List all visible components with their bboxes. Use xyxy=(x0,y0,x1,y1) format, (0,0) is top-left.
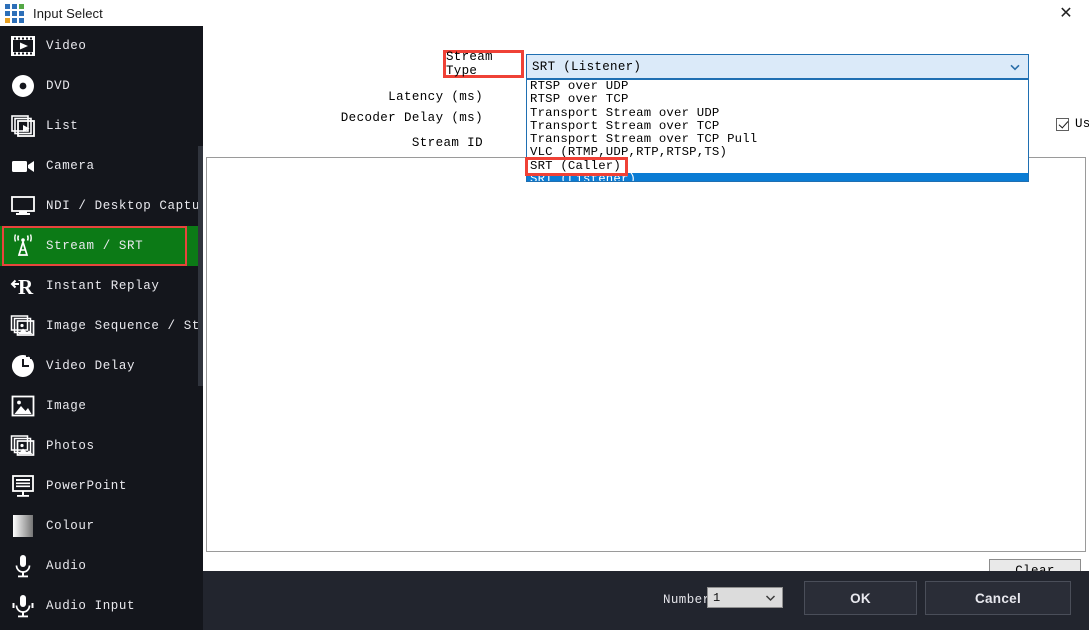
chevron-down-icon[interactable] xyxy=(765,593,776,603)
stream-type-dropdown-list[interactable]: RTSP over UDPRTSP over TCPTransport Stre… xyxy=(526,79,1029,182)
sidebar-item-label: Audio xyxy=(46,559,87,573)
icon-square xyxy=(19,11,24,16)
sidebar-item-photos[interactable]: Photos xyxy=(0,426,203,466)
number-select[interactable]: 1 xyxy=(707,587,783,608)
antenna-icon xyxy=(6,229,40,263)
picture-icon xyxy=(6,389,40,423)
sidebar-item-label: DVD xyxy=(46,79,70,93)
close-icon[interactable]: ✕ xyxy=(1043,0,1089,26)
sidebar-item-label: Instant Replay xyxy=(46,279,159,293)
icon-square xyxy=(12,11,17,16)
checkbox-checked-icon xyxy=(1056,118,1069,131)
sidebar-item-list[interactable]: List xyxy=(0,106,203,146)
stacked-play-icon xyxy=(6,109,40,143)
sidebar-item-audio[interactable]: Audio xyxy=(0,546,203,586)
stream-id-label: Stream ID xyxy=(243,136,483,150)
stream-type-label-highlight: Stream Type xyxy=(443,50,524,78)
use-hardware-decoder-label: Use Hardware Decoder xyxy=(1075,117,1089,131)
title-bar: Input Select ✕ xyxy=(0,0,1089,26)
sidebar-item-powerpoint[interactable]: PowerPoint xyxy=(0,466,203,506)
sidebar-item-video[interactable]: Video xyxy=(0,26,203,66)
grid-squares-icon xyxy=(5,4,24,23)
icon-square xyxy=(12,18,17,23)
sidebar-item-title-xaml[interactable]: Title / XAML xyxy=(0,626,203,630)
sidebar-item-label: PowerPoint xyxy=(46,479,127,493)
dropdown-option[interactable]: SRT (Caller) xyxy=(527,160,1028,173)
film-play-icon xyxy=(6,29,40,63)
sidebar-item-label: Colour xyxy=(46,519,95,533)
clock-icon xyxy=(6,349,40,383)
dropdown-option[interactable]: Transport Stream over TCP Pull xyxy=(527,133,1028,146)
camcorder-icon xyxy=(6,149,40,183)
sidebar-item-label: Image Sequence / Stinger xyxy=(46,319,203,333)
photo-stack-icon xyxy=(6,429,40,463)
sidebar-item-camera[interactable]: Camera xyxy=(0,146,203,186)
svg-text:R: R xyxy=(18,275,34,299)
icon-square xyxy=(19,4,24,9)
sidebar-item-label: Stream / SRT xyxy=(46,239,143,253)
microphone-input-icon xyxy=(6,589,40,623)
content-panel xyxy=(206,157,1086,552)
latency-label: Latency (ms) xyxy=(243,90,483,104)
dropdown-option[interactable]: SRT (Listener) xyxy=(527,173,1028,182)
sidebar-item-label: Audio Input xyxy=(46,599,135,613)
sidebar-item-label: Photos xyxy=(46,439,95,453)
number-value: 1 xyxy=(708,591,720,605)
source-type-sidebar[interactable]: Video DVD List Camera NDI / Desktop Capture S… xyxy=(0,26,203,630)
use-hardware-decoder-checkbox[interactable]: Use Hardware Decoder xyxy=(1056,117,1089,131)
dialog-footer: Number 1 OK Cancel xyxy=(203,571,1089,630)
window-title: Input Select xyxy=(33,6,103,21)
sidebar-item-label: Image xyxy=(46,399,87,413)
disc-icon xyxy=(6,69,40,103)
stream-type-label: Stream Type xyxy=(446,50,521,78)
image-stack-icon xyxy=(6,309,40,343)
number-label: Number xyxy=(663,593,710,607)
sidebar-item-video-delay[interactable]: Video Delay xyxy=(0,346,203,386)
sidebar-item-label: NDI / Desktop Capture xyxy=(46,199,203,213)
sidebar-item-label: Video Delay xyxy=(46,359,135,373)
dropdown-option[interactable]: RTSP over TCP xyxy=(527,93,1028,106)
icon-square xyxy=(12,4,17,9)
cancel-button[interactable]: Cancel xyxy=(925,581,1071,615)
icon-square xyxy=(5,11,10,16)
sidebar-item-image-sequence-stinger[interactable]: Image Sequence / Stinger xyxy=(0,306,203,346)
icon-square xyxy=(5,4,10,9)
stream-type-combobox[interactable]: SRT (Listener) xyxy=(526,54,1029,79)
icon-square xyxy=(5,18,10,23)
chevron-down-icon[interactable] xyxy=(1009,61,1021,73)
microphone-icon xyxy=(6,549,40,583)
replay-r-icon: R xyxy=(6,269,40,303)
sidebar-item-image[interactable]: Image xyxy=(0,386,203,426)
sidebar-item-label: Video xyxy=(46,39,87,53)
sidebar-item-dvd[interactable]: DVD xyxy=(0,66,203,106)
dropdown-option[interactable]: RTSP over UDP xyxy=(527,80,1028,93)
decoder-delay-label: Decoder Delay (ms) xyxy=(203,111,483,125)
stream-type-value: SRT (Listener) xyxy=(527,60,641,74)
sidebar-item-label: List xyxy=(46,119,78,133)
presentation-icon xyxy=(6,469,40,503)
main-panel: Latency (ms) Decoder Delay (ms) Stream I… xyxy=(203,26,1089,571)
sidebar-list: Video DVD List Camera NDI / Desktop Capture S… xyxy=(0,26,203,630)
sidebar-item-stream-srt[interactable]: Stream / SRT xyxy=(0,226,203,266)
gradient-swatch-icon xyxy=(6,509,40,543)
ok-button[interactable]: OK xyxy=(804,581,917,615)
dropdown-option[interactable]: Transport Stream over UDP xyxy=(527,107,1028,120)
sidebar-item-audio-input[interactable]: Audio Input xyxy=(0,586,203,626)
icon-square xyxy=(19,18,24,23)
monitor-icon xyxy=(6,189,40,223)
sidebar-item-label: Camera xyxy=(46,159,95,173)
input-select-dialog: Input Select ✕ Video DVD List Camera NDI / D… xyxy=(0,0,1089,630)
sidebar-item-ndi-desktop-capture[interactable]: NDI / Desktop Capture xyxy=(0,186,203,226)
sidebar-item-colour[interactable]: Colour xyxy=(0,506,203,546)
dropdown-option[interactable]: Transport Stream over TCP xyxy=(527,120,1028,133)
sidebar-item-instant-replay[interactable]: R Instant Replay xyxy=(0,266,203,306)
dropdown-option[interactable]: VLC (RTMP,UDP,RTP,RTSP,TS) xyxy=(527,146,1028,159)
